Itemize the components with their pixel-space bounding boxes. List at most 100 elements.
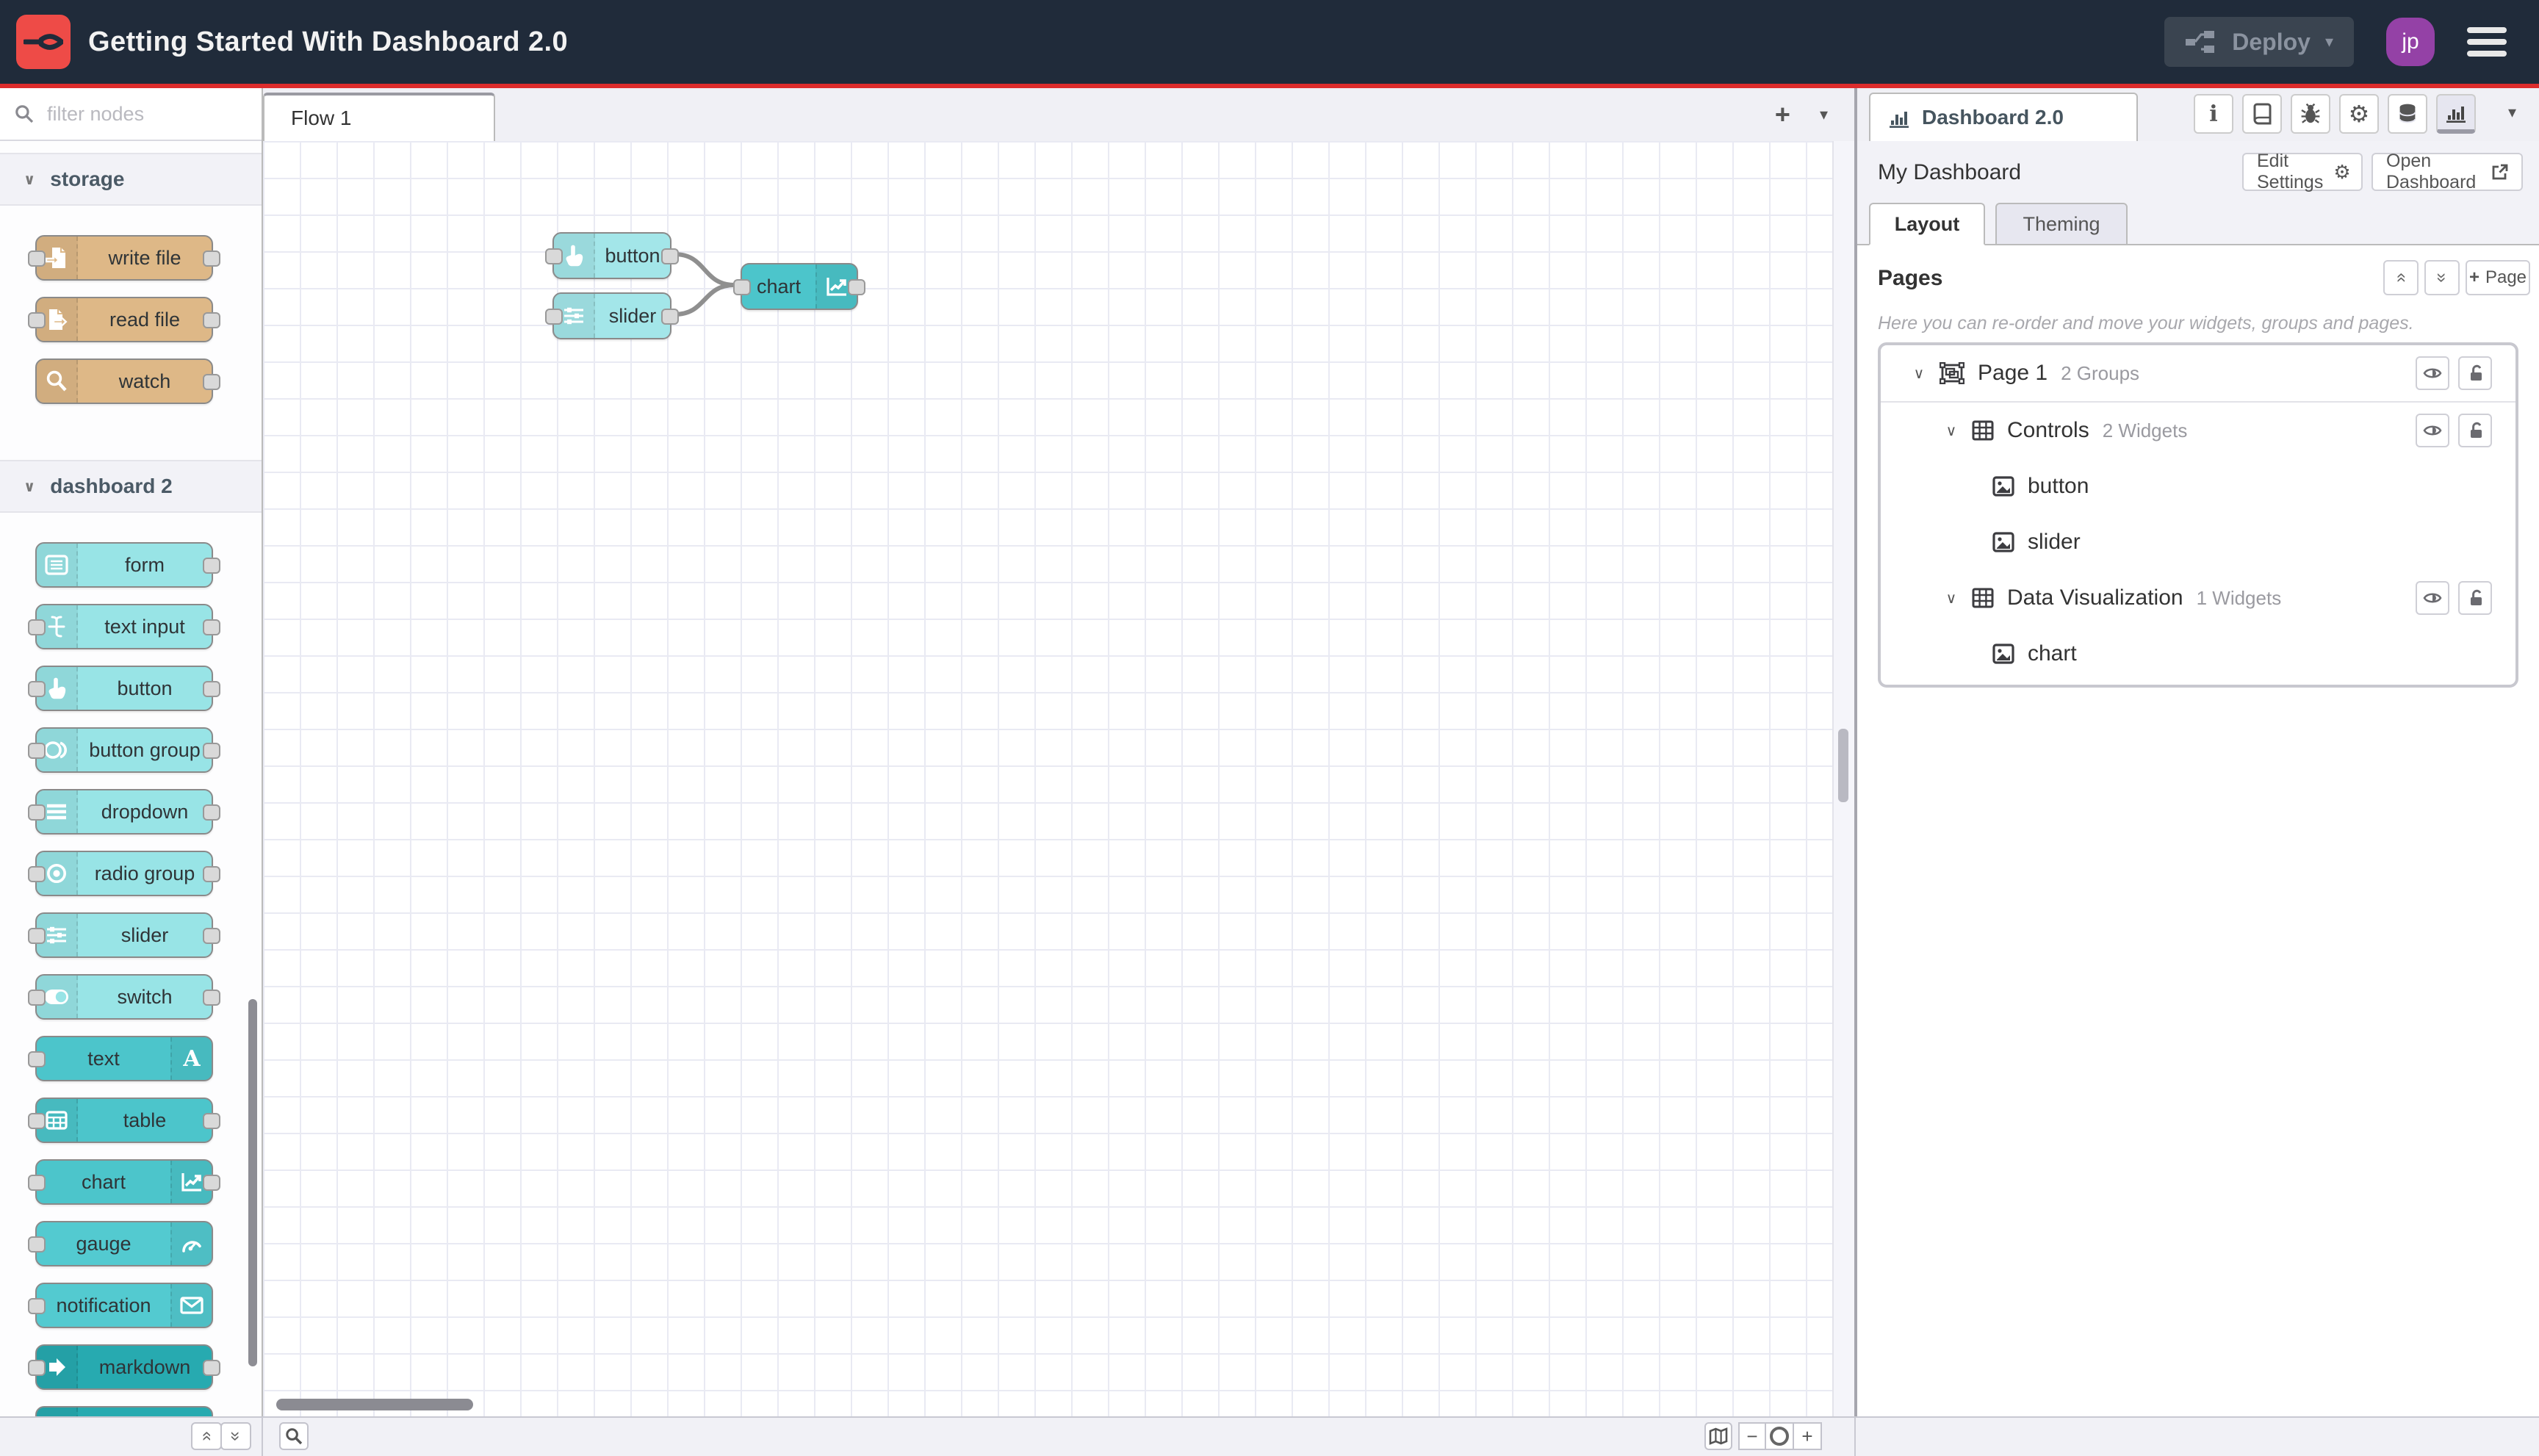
output-port[interactable] — [203, 804, 220, 821]
output-port[interactable] — [203, 1113, 220, 1129]
output-port[interactable] — [203, 312, 220, 328]
input-port[interactable] — [28, 866, 46, 882]
palette-node-button[interactable]: button — [28, 666, 220, 711]
input-port[interactable] — [28, 743, 46, 759]
add-flow-button[interactable]: + — [1775, 101, 1790, 128]
debug-tab-icon[interactable] — [2291, 94, 2330, 134]
deploy-button[interactable]: Deploy ▾ — [2164, 17, 2354, 67]
sidebar-tab-dashboard[interactable]: Dashboard 2.0 — [1869, 93, 2138, 143]
dashboard-tab-icon[interactable] — [2436, 94, 2476, 134]
output-port[interactable] — [203, 866, 220, 882]
add-page-button[interactable]: + Page — [2466, 260, 2530, 295]
tree-row-widget-button[interactable]: button — [1881, 458, 2515, 514]
input-port[interactable] — [545, 309, 563, 325]
input-port[interactable] — [28, 804, 46, 821]
palette-search[interactable] — [0, 88, 262, 141]
input-port[interactable] — [28, 1236, 46, 1253]
palette-node-dropdown[interactable]: dropdown — [28, 789, 220, 835]
palette-node-markdown[interactable]: markdown — [28, 1344, 220, 1390]
palette-expand-all-button[interactable]: » — [220, 1422, 251, 1450]
tree-row-widget-chart[interactable]: chart — [1881, 626, 2515, 682]
config-nodes-tab-icon[interactable]: ⚙ — [2339, 94, 2379, 134]
zoom-out-button[interactable]: − — [1738, 1422, 1766, 1450]
output-port[interactable] — [203, 1175, 220, 1191]
move-page-down-button[interactable]: » — [2424, 260, 2460, 295]
hamburger-menu-icon[interactable] — [2467, 27, 2507, 57]
palette-scrollbar[interactable] — [248, 999, 257, 1366]
palette-collapse-all-button[interactable]: » — [191, 1422, 222, 1450]
palette-node-chart[interactable]: chart — [28, 1159, 220, 1205]
input-port[interactable] — [28, 1113, 46, 1129]
output-port[interactable] — [203, 619, 220, 635]
input-port[interactable] — [28, 619, 46, 635]
deploy-caret-icon[interactable]: ▾ — [2325, 32, 2333, 51]
palette-node-watch[interactable]: watch — [35, 358, 220, 404]
tab-theming[interactable]: Theming — [1995, 203, 2128, 245]
output-port[interactable] — [661, 309, 679, 325]
flow-list-caret-icon[interactable]: ▾ — [1820, 105, 1828, 124]
output-port[interactable] — [203, 558, 220, 574]
input-port[interactable] — [545, 248, 563, 264]
output-port[interactable] — [203, 743, 220, 759]
horizontal-scrollbar[interactable] — [276, 1399, 473, 1410]
visibility-toggle-button[interactable] — [2416, 414, 2449, 447]
tab-layout[interactable]: Layout — [1869, 203, 1985, 245]
help-tab-icon[interactable] — [2242, 94, 2282, 134]
vertical-scrollbar[interactable] — [1838, 729, 1848, 802]
output-port[interactable] — [203, 374, 220, 390]
tree-row-page-1[interactable]: ∨ Page 1 2 Groups — [1881, 345, 2515, 403]
canvas-search-button[interactable] — [279, 1422, 309, 1450]
visibility-toggle-button[interactable] — [2416, 581, 2449, 615]
sidebar-menu-caret-icon[interactable]: ▾ — [2508, 103, 2516, 122]
unlock-icon-button[interactable] — [2458, 356, 2492, 390]
input-port[interactable] — [28, 990, 46, 1006]
zoom-in-button[interactable]: + — [1794, 1422, 1822, 1450]
flow-node-slider[interactable]: slider — [545, 292, 679, 339]
palette-node-notification[interactable]: notification — [28, 1283, 213, 1328]
visibility-toggle-button[interactable] — [2416, 356, 2449, 390]
input-port[interactable] — [733, 279, 751, 295]
flow-canvas[interactable]: button slider chart — [263, 141, 1834, 1418]
flow-node-button[interactable]: button — [545, 232, 679, 279]
output-port[interactable] — [203, 990, 220, 1006]
palette-node-write-file[interactable]: write file — [28, 235, 220, 281]
input-port[interactable] — [28, 1298, 46, 1314]
palette-node-slider[interactable]: slider — [28, 912, 220, 958]
input-port[interactable] — [28, 1051, 46, 1067]
input-port[interactable] — [28, 681, 46, 697]
palette-node-gauge[interactable]: gauge — [28, 1221, 213, 1266]
input-port[interactable] — [28, 928, 46, 944]
palette-node-form[interactable]: form — [35, 542, 220, 588]
edit-settings-button[interactable]: Edit Settings ⚙ — [2242, 151, 2363, 192]
output-port[interactable] — [203, 1360, 220, 1376]
zoom-reset-button[interactable] — [1766, 1422, 1794, 1450]
palette-node-switch[interactable]: switch — [28, 974, 220, 1020]
output-port[interactable] — [203, 928, 220, 944]
output-port[interactable] — [203, 251, 220, 267]
input-port[interactable] — [28, 1175, 46, 1191]
tree-row-controls[interactable]: ∨ Controls 2 Widgets — [1881, 403, 2515, 458]
move-page-up-button[interactable]: » — [2383, 260, 2419, 295]
tab-flow-1[interactable]: Flow 1 — [263, 93, 495, 143]
palette-node-text-input[interactable]: text input — [28, 604, 220, 649]
info-tab-icon[interactable]: i — [2194, 94, 2233, 134]
input-port[interactable] — [28, 251, 46, 267]
input-port[interactable] — [28, 1360, 46, 1376]
flow-node-chart[interactable]: chart — [733, 263, 865, 310]
palette-node-read-file[interactable]: read file — [28, 297, 220, 342]
output-port[interactable] — [661, 248, 679, 264]
output-port[interactable] — [203, 681, 220, 697]
palette-node-radio-group[interactable]: radio group — [28, 851, 220, 896]
category-header-storage[interactable]: ∨ storage — [0, 153, 262, 206]
category-header-dashboard2[interactable]: ∨ dashboard 2 — [0, 460, 262, 513]
search-input[interactable] — [44, 101, 226, 127]
input-port[interactable] — [28, 312, 46, 328]
output-port[interactable] — [848, 279, 865, 295]
palette-node-text[interactable]: A text — [28, 1036, 213, 1081]
tree-row-widget-slider[interactable]: slider — [1881, 514, 2515, 570]
unlock-icon-button[interactable] — [2458, 581, 2492, 615]
avatar[interactable]: jp — [2386, 18, 2435, 66]
context-data-tab-icon[interactable] — [2388, 94, 2427, 134]
palette-node-button-group[interactable]: button group — [28, 727, 220, 773]
tree-row-data-visualization[interactable]: ∨ Data Visualization 1 Widgets — [1881, 570, 2515, 626]
